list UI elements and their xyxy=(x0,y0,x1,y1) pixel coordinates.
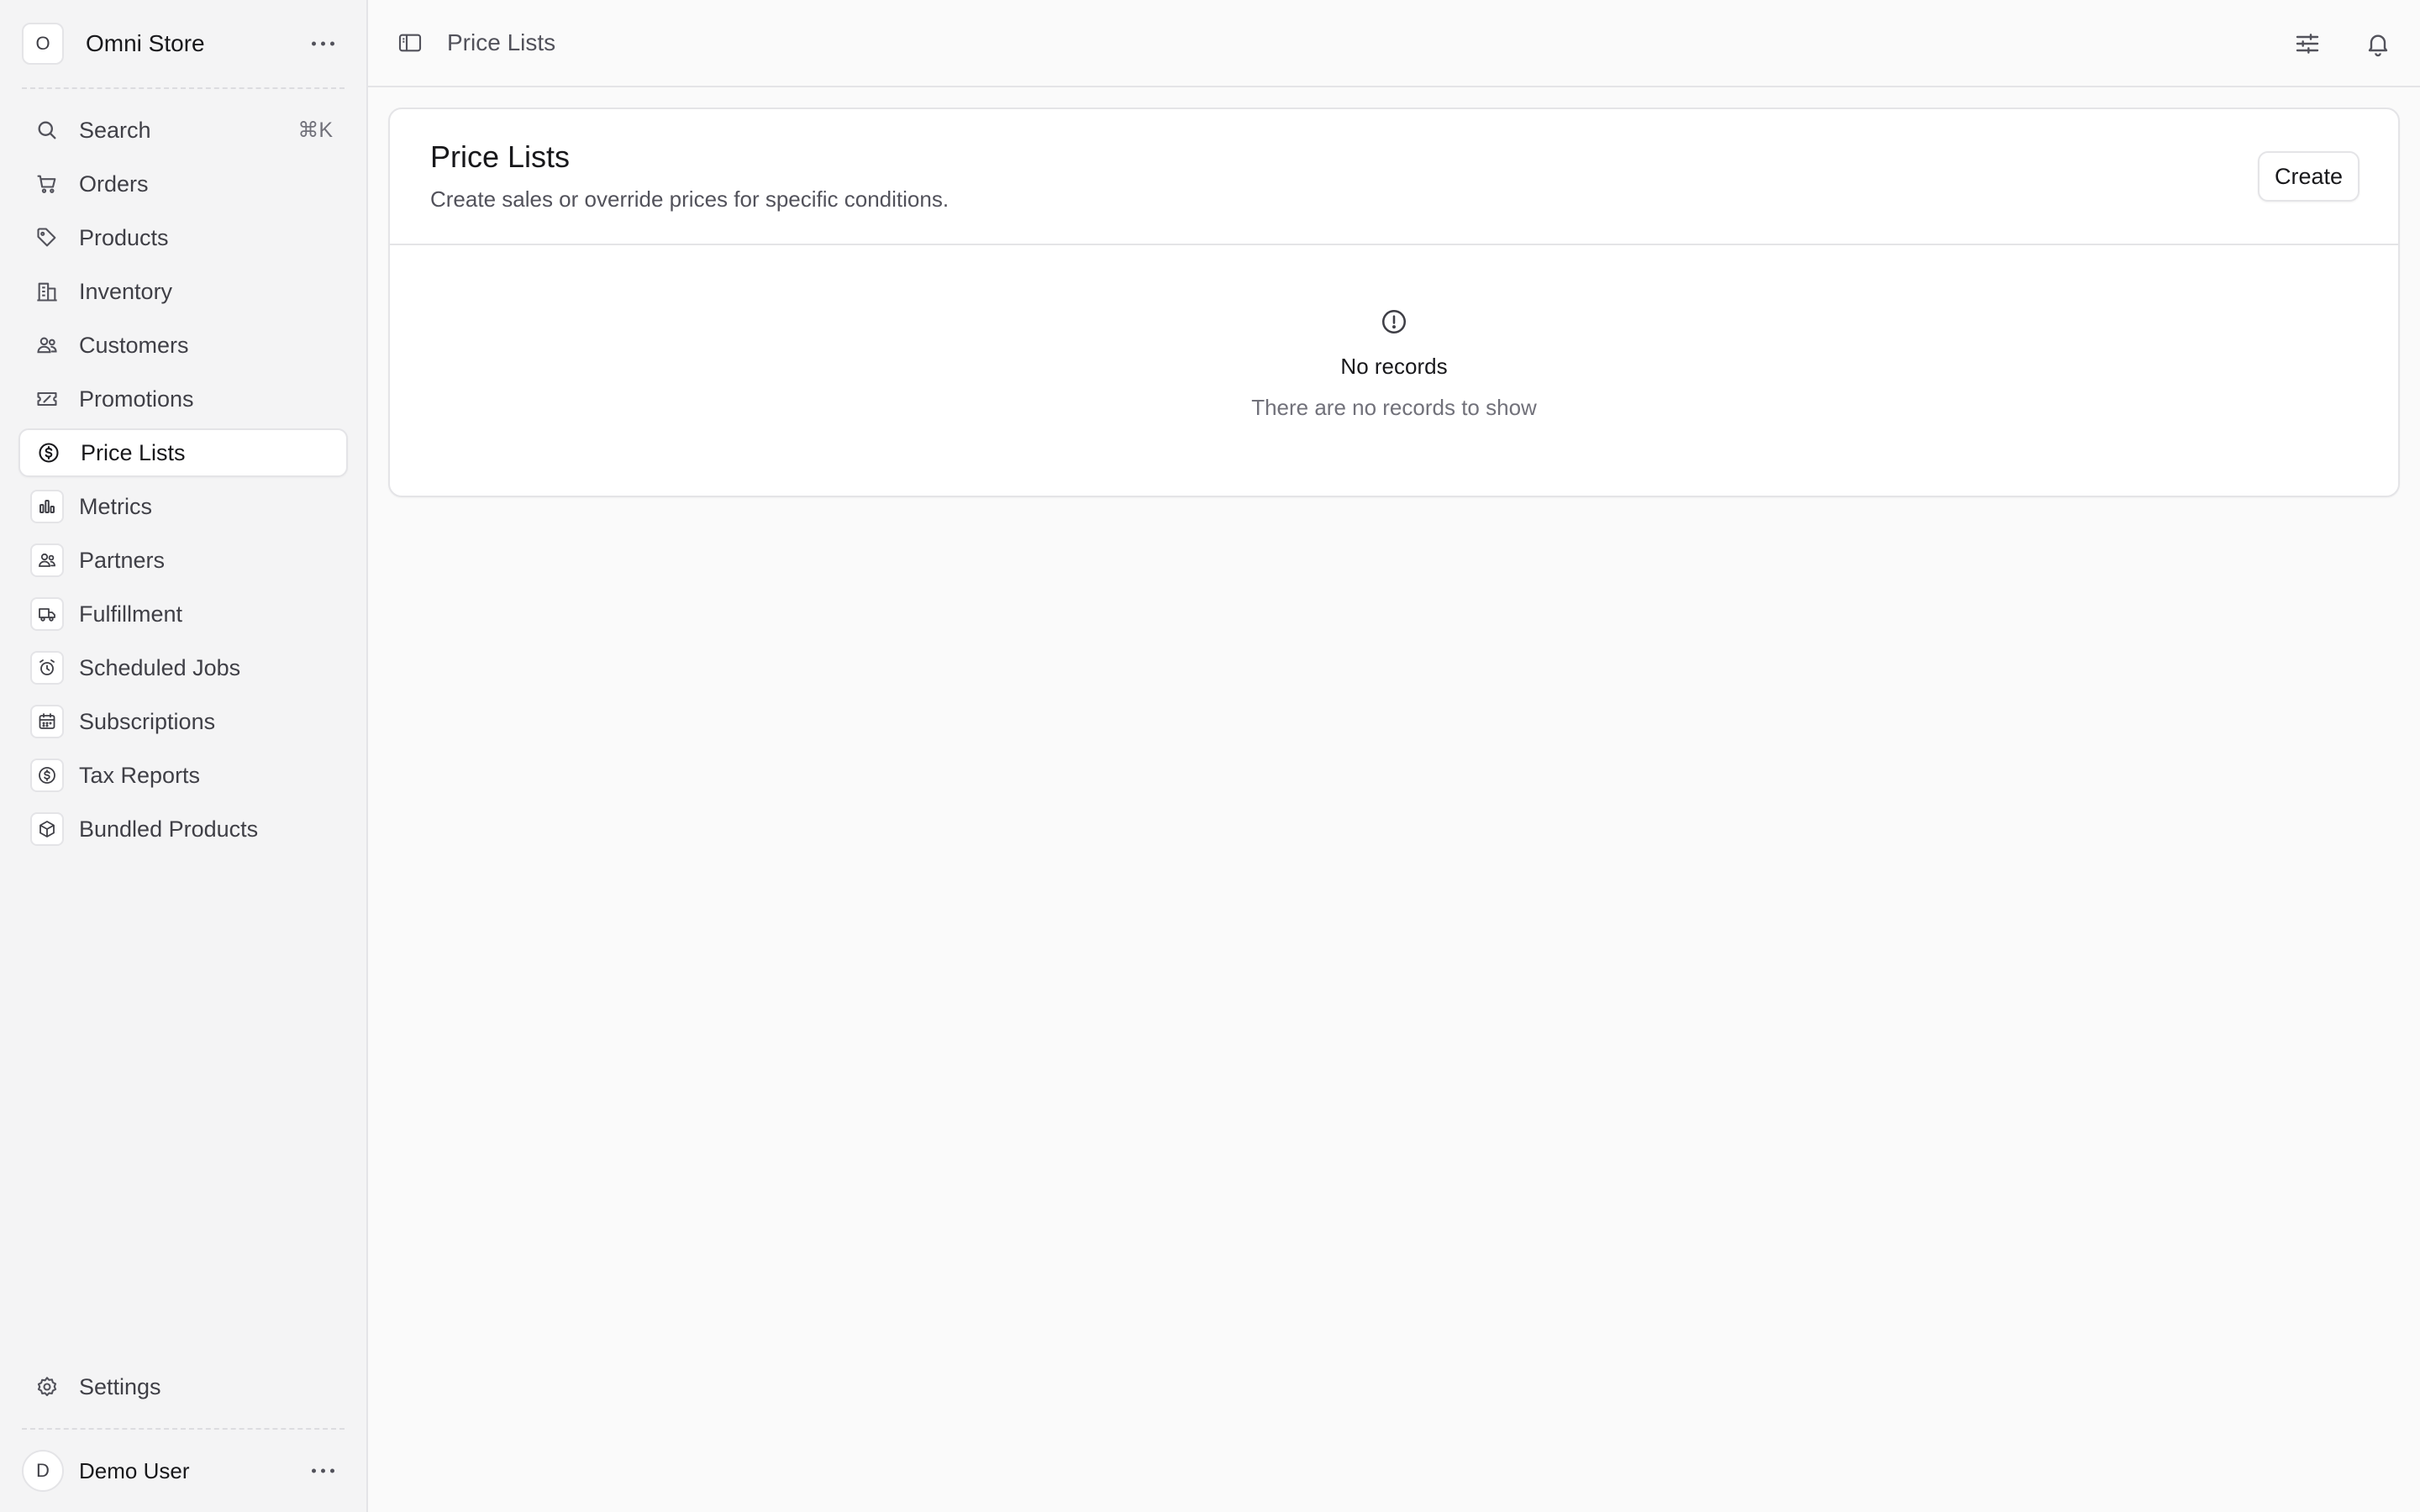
sidebar: O Omni Store Search ⌘K Orders Products I… xyxy=(0,0,368,1512)
user-name: Demo User xyxy=(79,1457,190,1483)
create-button[interactable]: Create xyxy=(2257,151,2360,202)
page-title: Price Lists xyxy=(430,139,571,174)
bar-chart-icon xyxy=(30,490,64,523)
sidebar-item-label: Scheduled Jobs xyxy=(79,654,241,680)
settings-label: Settings xyxy=(79,1373,161,1399)
avatar: D xyxy=(22,1450,64,1492)
sidebar-item-customers[interactable]: Customers xyxy=(18,321,348,370)
sidebar-item-scheduled-jobs[interactable]: Scheduled Jobs xyxy=(18,643,348,692)
page-subtitle: Create sales or override prices for spec… xyxy=(430,186,950,212)
sidebar-item-label: Inventory xyxy=(79,278,173,304)
sidebar-nav: Search ⌘K Orders Products Inventory Cust… xyxy=(0,89,366,853)
sidebar-item-label: Subscriptions xyxy=(79,708,216,734)
sidebar-item-label: Orders xyxy=(79,171,149,197)
receipt-percent-icon xyxy=(32,384,62,414)
sidebar-item-tax-reports[interactable]: Tax Reports xyxy=(18,751,348,800)
calendar-icon xyxy=(30,705,64,738)
app-shell: O Omni Store Search ⌘K Orders Products I… xyxy=(0,0,2420,1512)
empty-state-subtitle: There are no records to show xyxy=(1251,395,1537,420)
sidebar-item-inventory[interactable]: Inventory xyxy=(18,267,348,316)
alarm-clock-icon xyxy=(30,651,64,685)
sidebar-item-metrics[interactable]: Metrics xyxy=(18,482,348,531)
currency-dollar-icon xyxy=(34,438,64,468)
sidebar-toggle-icon[interactable] xyxy=(393,26,427,60)
sidebar-item-label: Customers xyxy=(79,332,189,358)
sidebar-item-orders[interactable]: Orders xyxy=(18,160,348,208)
sidebar-item-promotions[interactable]: Promotions xyxy=(18,375,348,423)
topbar-actions xyxy=(2291,0,2395,87)
sidebar-item-label: Partners xyxy=(79,547,166,573)
search-icon xyxy=(32,115,62,145)
empty-state-title: No records xyxy=(1340,354,1448,379)
store-menu-dots-icon[interactable] xyxy=(312,41,334,46)
price-lists-card: Price Lists Create sales or override pri… xyxy=(388,108,2400,497)
sidebar-item-label: Metrics xyxy=(79,493,152,519)
sidebar-item-label: Price Lists xyxy=(81,439,186,465)
sidebar-item-products[interactable]: Products xyxy=(18,213,348,262)
bell-icon[interactable] xyxy=(2361,27,2395,60)
truck-icon xyxy=(30,597,64,631)
tag-icon xyxy=(32,223,62,253)
cart-icon xyxy=(32,169,62,199)
sidebar-item-label: Fulfillment xyxy=(79,601,183,627)
search-button[interactable]: Search ⌘K xyxy=(18,106,348,155)
users-icon xyxy=(30,543,64,577)
gear-icon xyxy=(32,1372,62,1402)
sidebar-item-label: Bundled Products xyxy=(79,816,259,842)
cube-icon xyxy=(30,812,64,846)
sidebar-item-label: Promotions xyxy=(79,386,194,412)
currency-dollar-icon xyxy=(30,759,64,792)
sidebar-item-bundled-products[interactable]: Bundled Products xyxy=(18,805,348,853)
users-icon xyxy=(32,330,62,360)
breadcrumb[interactable]: Price Lists xyxy=(447,29,555,56)
exclamation-circle-icon xyxy=(1380,307,1408,340)
search-label: Search xyxy=(79,117,151,143)
search-shortcut: ⌘K xyxy=(297,118,333,142)
sidebar-item-label: Tax Reports xyxy=(79,762,201,788)
main-content: Price Lists Price Lists Create sales or … xyxy=(368,0,2420,1512)
sidebar-item-settings[interactable]: Settings xyxy=(18,1362,348,1411)
sidebar-footer: Settings D Demo User xyxy=(0,1362,366,1512)
sidebar-item-label: Products xyxy=(79,224,169,250)
sidebar-item-partners[interactable]: Partners xyxy=(18,536,348,585)
topbar: Price Lists xyxy=(368,0,2420,87)
store-switcher[interactable]: O Omni Store xyxy=(0,0,366,87)
building-icon xyxy=(32,276,62,307)
store-name: Omni Store xyxy=(86,30,205,56)
user-menu[interactable]: D Demo User xyxy=(0,1430,366,1512)
sidebar-item-fulfillment[interactable]: Fulfillment xyxy=(18,590,348,638)
user-menu-dots-icon[interactable] xyxy=(312,1468,334,1473)
adjustments-icon[interactable] xyxy=(2291,27,2324,60)
sidebar-item-subscriptions[interactable]: Subscriptions xyxy=(18,697,348,746)
card-header: Price Lists Create sales or override pri… xyxy=(390,109,2398,245)
sidebar-item-price-lists[interactable]: Price Lists xyxy=(18,428,348,477)
empty-state: No records There are no records to show xyxy=(390,245,2398,496)
store-avatar: O xyxy=(22,23,64,65)
